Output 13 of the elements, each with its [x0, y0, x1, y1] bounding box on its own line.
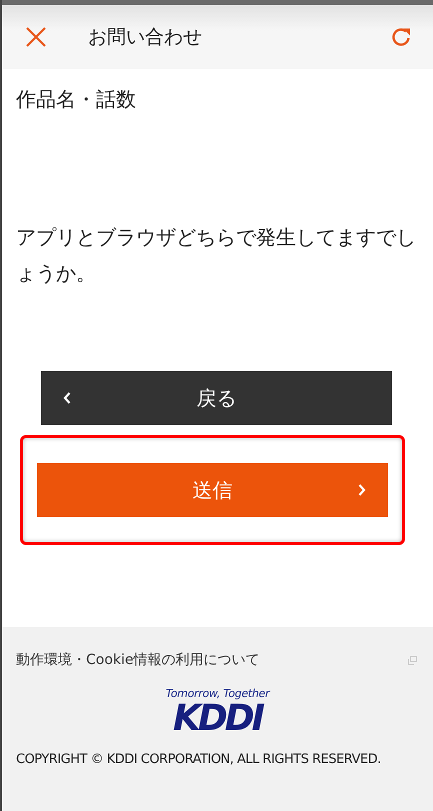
- back-button[interactable]: 戻る: [41, 371, 392, 425]
- info-link[interactable]: 動作環境・Cookie情報の利用について: [16, 651, 260, 669]
- chevron-left-icon: [63, 392, 71, 404]
- logo-tagline: Tomorrow, Together: [166, 687, 270, 700]
- field-label: アプリとブラウザどちらで発生してますでしょうか。: [16, 224, 417, 287]
- copyright-text: COPYRIGHT © KDDI CORPORATION, ALL RIGHTS RESERVED.: [16, 752, 382, 767]
- page-title: お問い合わせ: [88, 25, 203, 50]
- field-label: 作品名・話数: [16, 86, 137, 113]
- close-icon[interactable]: [24, 25, 48, 49]
- submit-button[interactable]: 送信: [37, 463, 388, 517]
- chevron-right-icon: [358, 484, 366, 496]
- kddi-logo: KDDI: [172, 700, 262, 738]
- external-window-icon: [408, 656, 417, 664]
